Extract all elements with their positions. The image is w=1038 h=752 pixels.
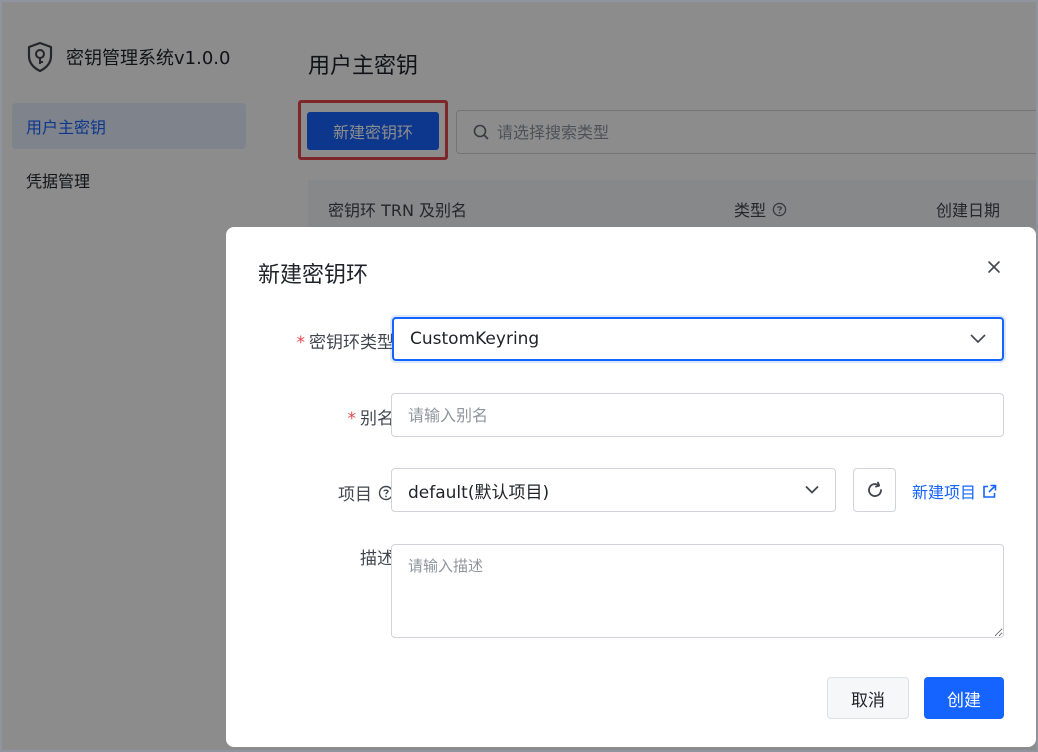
label-text: 项目: [338, 485, 372, 505]
create-keyring-modal: 新建密钥环 *密钥环类型 CustomKeyring *别名 项目 defaul: [226, 227, 1036, 747]
refresh-button[interactable]: [853, 468, 896, 512]
cancel-button[interactable]: 取消: [827, 677, 909, 719]
required-mark: *: [347, 409, 357, 429]
project-value: default(默认项目): [408, 482, 550, 503]
external-link-icon: [982, 484, 997, 499]
create-button[interactable]: 创建: [924, 677, 1004, 719]
project-select[interactable]: default(默认项目): [391, 468, 836, 512]
label-text: 别名: [360, 409, 394, 429]
chevron-down-icon: [970, 334, 986, 344]
link-text: 新建项目: [912, 483, 977, 502]
close-icon[interactable]: [982, 255, 1006, 279]
description-textarea[interactable]: [391, 544, 1004, 638]
required-mark: *: [296, 333, 306, 353]
chevron-down-icon: [805, 485, 819, 495]
new-project-link[interactable]: 新建项目: [912, 479, 997, 503]
description-label: 描述: [360, 544, 394, 569]
label-text: 密钥环类型: [309, 333, 394, 353]
alias-label: * 别名: [348, 404, 395, 429]
alias-input[interactable]: [391, 393, 1004, 437]
refresh-icon: [866, 481, 884, 499]
keyring-type-value: CustomKeyring: [410, 329, 540, 349]
label-text: 描述: [360, 549, 394, 569]
project-label: 项目: [338, 480, 394, 505]
keyring-type-select[interactable]: CustomKeyring: [392, 317, 1004, 361]
modal-title: 新建密钥环: [258, 263, 369, 288]
keyring-type-label: * 密钥环类型: [297, 328, 395, 353]
